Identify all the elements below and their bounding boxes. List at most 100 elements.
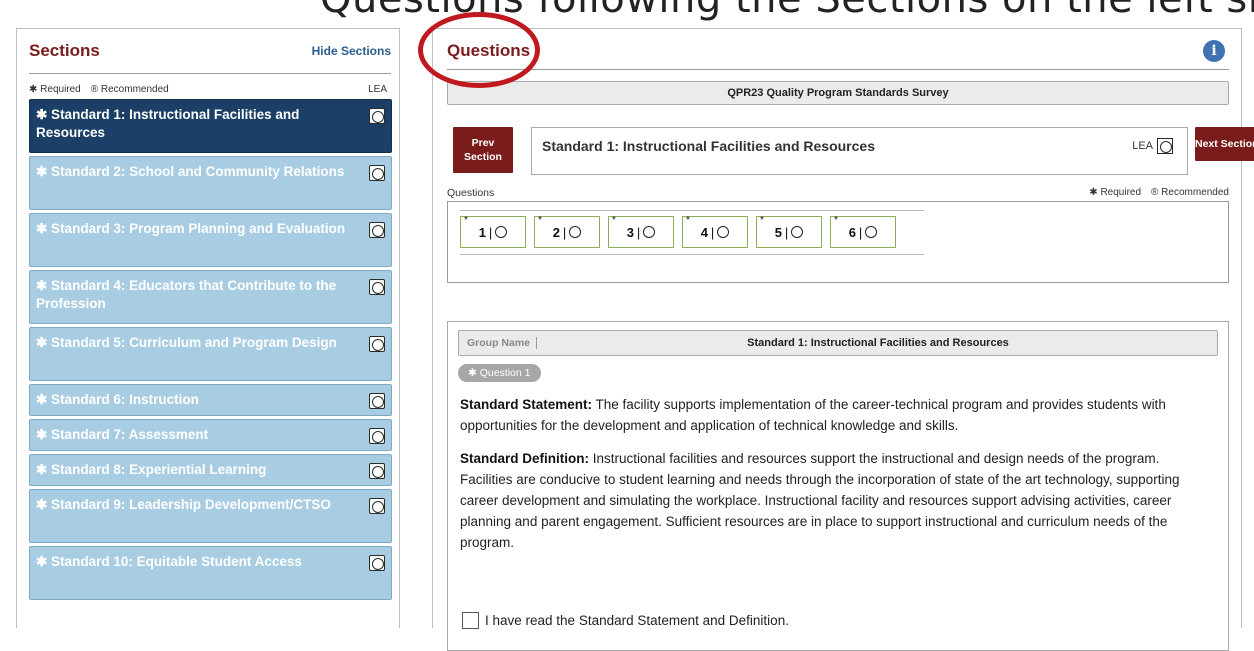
section-item-label: ✱ Standard 8: Experiential Learning — [36, 462, 267, 477]
info-icon[interactable]: i — [1203, 40, 1225, 62]
divider — [460, 254, 924, 255]
required-star: * — [834, 215, 838, 226]
questions-list-label: Questions — [447, 187, 495, 199]
prev-section-button[interactable]: Prev Section — [453, 127, 513, 173]
question-number: 4 — [700, 224, 708, 240]
section-item-label: ✱ Standard 1: Instructional Facilities a… — [36, 107, 300, 140]
question-number: 2 — [552, 224, 560, 240]
standard-header: Standard 1: Instructional Facilities and… — [531, 127, 1188, 175]
section-item-standard-6[interactable]: ✱ Standard 6: Instruction — [29, 384, 392, 416]
question-tile-5[interactable]: * 5 | — [756, 215, 822, 248]
definition-label: Standard Definition: — [460, 451, 589, 466]
question-number: 1 — [478, 224, 486, 240]
separator: | — [710, 224, 715, 240]
sections-list: ✱ Standard 1: Instructional Facilities a… — [29, 99, 392, 603]
prev-label-line2: Section — [464, 151, 502, 163]
section-item-standard-4[interactable]: ✱ Standard 4: Educators that Contribute … — [29, 270, 392, 324]
status-circle-icon — [717, 226, 730, 238]
status-circle-icon — [569, 226, 582, 238]
required-star: * — [464, 215, 468, 226]
question-pill: ✱ Question 1 — [458, 364, 541, 382]
prev-label-line1: Prev — [471, 137, 495, 149]
section-item-label: ✱ Standard 5: Curriculum and Program Des… — [36, 335, 337, 350]
section-item-label: ✱ Standard 10: Equitable Student Access — [36, 554, 302, 569]
sections-legend: ✱ Required ® Recommended LEA — [29, 84, 387, 95]
lea-column-label: LEA — [368, 84, 387, 95]
questions-panel: Questions i QPR23 Quality Program Standa… — [432, 28, 1254, 651]
lea-status-checkbox[interactable] — [369, 222, 385, 238]
legend-required: ✱ Required — [1089, 187, 1142, 198]
separator: | — [784, 224, 789, 240]
divider — [29, 73, 391, 74]
statement-label: Standard Statement: — [460, 397, 593, 412]
question-number: 3 — [626, 224, 634, 240]
section-item-label: ✱ Standard 9: Leadership Development/CTS… — [36, 497, 331, 512]
lea-status-checkbox[interactable] — [369, 498, 385, 514]
question-tile-1[interactable]: * 1 | — [460, 215, 526, 248]
section-item-label: ✱ Standard 2: School and Community Relat… — [36, 164, 345, 179]
question-navigator: * 1 | * 2 | * 3 | * 4 | * 5 | * 6 | — [447, 201, 1229, 283]
status-circle-icon — [865, 226, 878, 238]
survey-name-bar: QPR23 Quality Program Standards Survey — [447, 81, 1229, 105]
question-tile-3[interactable]: * 3 | — [608, 215, 674, 248]
lea-status-checkbox[interactable] — [369, 165, 385, 181]
question-tile-2[interactable]: * 2 | — [534, 215, 600, 248]
group-name-bar: Group Name Standard 1: Instructional Fac… — [458, 330, 1218, 356]
lea-status-checkbox[interactable] — [369, 336, 385, 352]
lea-status-checkbox[interactable] — [369, 555, 385, 571]
standard-definition: Standard Definition: Instructional facil… — [460, 448, 1214, 553]
section-item-label: ✱ Standard 7: Assessment — [36, 427, 209, 442]
divider — [447, 69, 1229, 70]
questions-legend: ✱ Required ® Recommended — [1089, 187, 1229, 198]
required-star: * — [538, 215, 542, 226]
section-item-standard-7[interactable]: ✱ Standard 7: Assessment — [29, 419, 392, 451]
lea-status-checkbox[interactable] — [369, 108, 385, 124]
separator: | — [562, 224, 567, 240]
question-tile-4[interactable]: * 4 | — [682, 215, 748, 248]
separator: | — [858, 224, 863, 240]
lea-status: LEA — [1132, 138, 1173, 154]
lea-status-checkbox[interactable] — [369, 463, 385, 479]
standard-title: Standard 1: Instructional Facilities and… — [542, 138, 875, 154]
question-number: 5 — [774, 224, 782, 240]
lea-status-checkbox[interactable] — [369, 393, 385, 409]
question-detail: Group Name Standard 1: Instructional Fac… — [447, 321, 1229, 651]
section-item-standard-5[interactable]: ✱ Standard 5: Curriculum and Program Des… — [29, 327, 392, 381]
section-item-label: ✱ Standard 4: Educators that Contribute … — [36, 278, 337, 311]
status-circle-icon — [643, 226, 656, 238]
sections-panel: Sections Hide Sections ✱ Required ® Reco… — [16, 28, 400, 628]
annotation-circle — [418, 12, 540, 88]
section-item-standard-8[interactable]: ✱ Standard 8: Experiential Learning — [29, 454, 392, 486]
section-item-label: ✱ Standard 3: Program Planning and Evalu… — [36, 221, 346, 236]
required-star: * — [760, 215, 764, 226]
question-tile-6[interactable]: * 6 | — [830, 215, 896, 248]
section-item-standard-9[interactable]: ✱ Standard 9: Leadership Development/CTS… — [29, 489, 392, 543]
hide-sections-link[interactable]: Hide Sections — [312, 44, 391, 58]
lea-label: LEA — [1132, 140, 1153, 152]
section-item-standard-10[interactable]: ✱ Standard 10: Equitable Student Access — [29, 546, 392, 600]
section-item-standard-1[interactable]: ✱ Standard 1: Instructional Facilities a… — [29, 99, 392, 153]
status-circle-icon — [791, 226, 804, 238]
lea-status-checkbox[interactable] — [1157, 138, 1173, 154]
section-item-label: ✱ Standard 6: Instruction — [36, 392, 199, 407]
lea-status-checkbox[interactable] — [369, 279, 385, 295]
top-cropped-caption: Questions following the Sections on the … — [0, 0, 1254, 30]
legend-recommended: ® Recommended — [1151, 187, 1229, 198]
legend-recommended: ® Recommended — [90, 84, 169, 95]
required-star: * — [686, 215, 690, 226]
status-circle-icon — [495, 226, 508, 238]
separator: | — [488, 224, 493, 240]
required-star: * — [612, 215, 616, 226]
section-item-standard-3[interactable]: ✱ Standard 3: Program Planning and Evalu… — [29, 213, 392, 267]
section-item-standard-2[interactable]: ✱ Standard 2: School and Community Relat… — [29, 156, 392, 210]
group-name-label: Group Name — [467, 337, 538, 349]
lea-status-checkbox[interactable] — [369, 428, 385, 444]
standard-statement: Standard Statement: The facility support… — [460, 394, 1214, 436]
question-tiles: * 1 | * 2 | * 3 | * 4 | * 5 | * 6 | — [460, 215, 896, 248]
separator: | — [636, 224, 641, 240]
question-number: 6 — [848, 224, 856, 240]
divider — [460, 210, 924, 211]
next-section-button[interactable]: Next Section — [1195, 127, 1254, 161]
legend-required: ✱ Required — [29, 84, 81, 95]
group-title: Standard 1: Instructional Facilities and… — [747, 337, 1009, 349]
